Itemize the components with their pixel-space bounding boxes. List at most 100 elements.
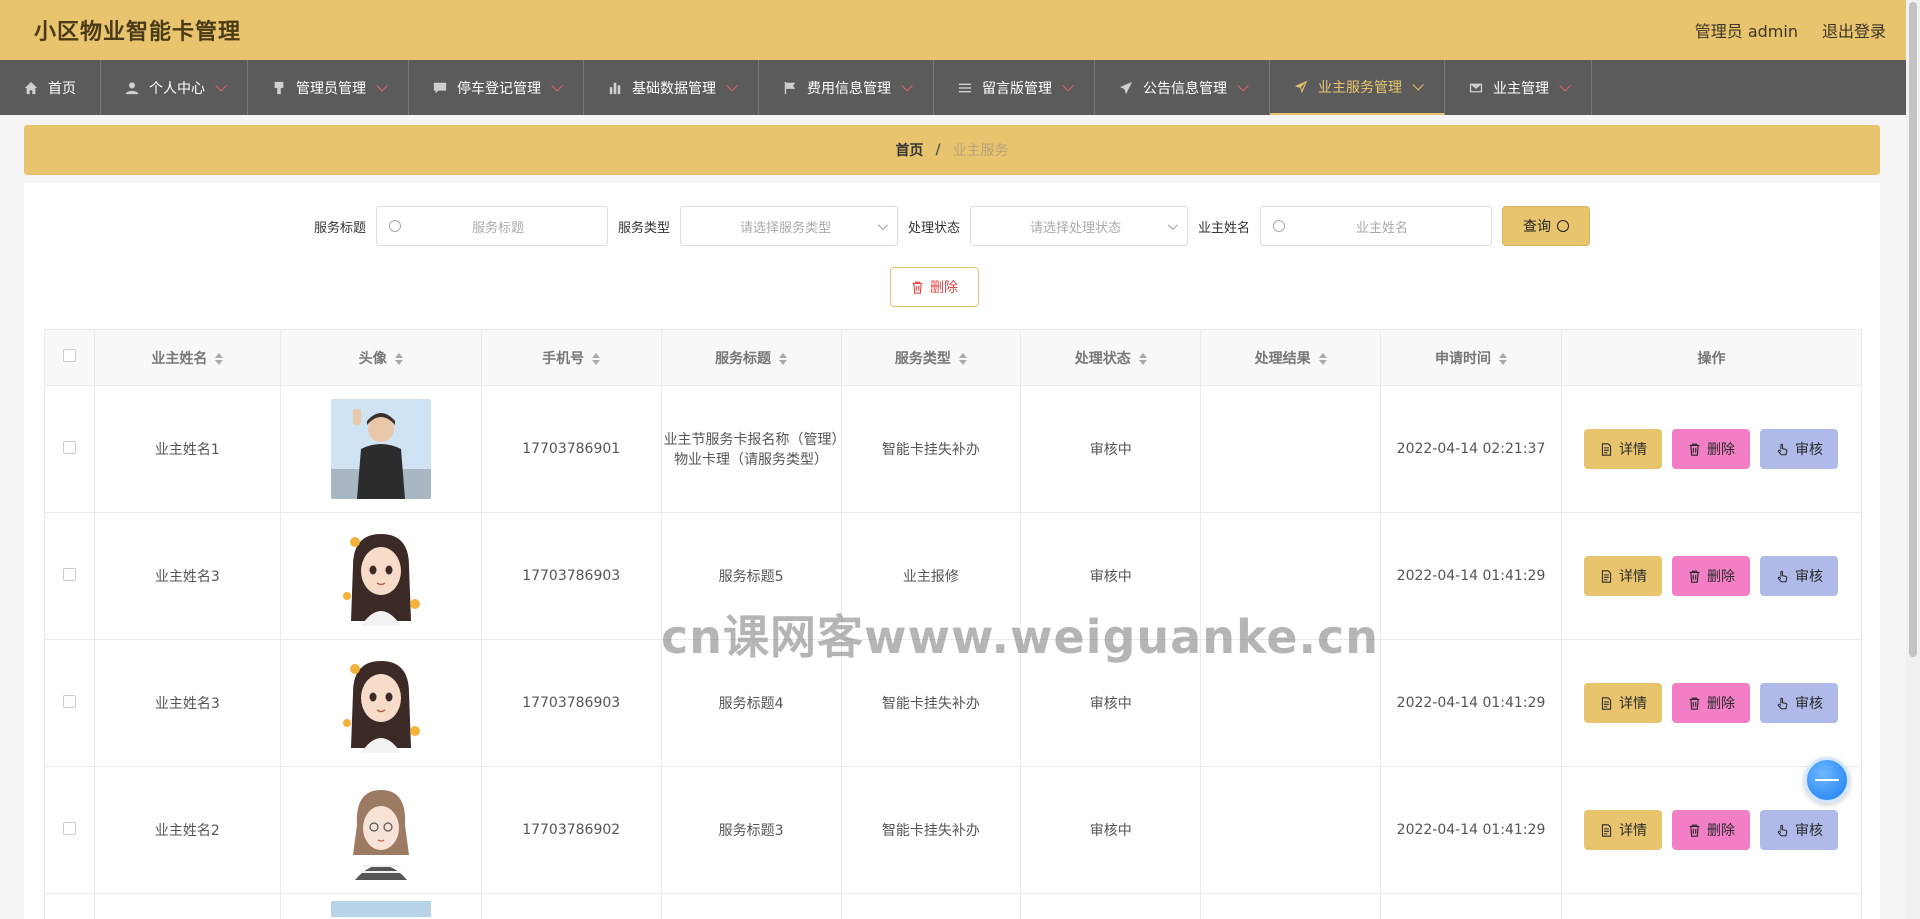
admin-icon	[272, 81, 286, 95]
nav-label: 费用信息管理	[807, 80, 891, 97]
column-header[interactable]: 申请时间	[1380, 329, 1562, 386]
sort-icon	[592, 352, 601, 365]
audit-button[interactable]: 审核	[1760, 810, 1839, 850]
service-title-cell: 业主节服务卡报名称（管理）物业卡理（请服务类型）	[660, 385, 842, 513]
nav-item-owner-service[interactable]: 业主服务管理	[1270, 60, 1445, 115]
avatar-cell	[279, 512, 482, 640]
owner-name-cell: 业主姓名1	[93, 385, 281, 513]
detail-button[interactable]: 详情	[1584, 429, 1663, 469]
owner-name-input[interactable]: 业主姓名	[1260, 206, 1493, 246]
result-cell	[1200, 512, 1382, 640]
audit-button[interactable]: 审核	[1760, 556, 1839, 596]
table-header-row: 业主姓名 头像 手机号 服务标题 服务类型 处理状态 处理结果 申请时间 操作	[44, 329, 1863, 386]
sort-icon	[1499, 352, 1508, 365]
service-title-input[interactable]: 服务标题	[375, 206, 608, 246]
actions-cell: 详情 删除 审核	[1560, 385, 1863, 513]
logout-link[interactable]: 退出登录	[1822, 18, 1886, 42]
delete-button[interactable]: 删除	[1672, 429, 1751, 469]
detail-button[interactable]: 详情	[1584, 683, 1663, 723]
header-label: 操作	[1697, 350, 1726, 367]
floating-assistant-button[interactable]	[1804, 757, 1850, 803]
trash-icon	[1689, 697, 1700, 710]
detail-button[interactable]: 详情	[1584, 810, 1663, 850]
header-label: 处理结果	[1254, 350, 1311, 367]
avatar[interactable]	[330, 900, 431, 917]
nav-item-notice-management[interactable]: 公告信息管理	[1095, 60, 1270, 115]
row-checkbox[interactable]	[62, 821, 76, 835]
nav-item-parking-management[interactable]: 停车登记管理	[409, 60, 584, 115]
nav-label: 业主管理	[1493, 80, 1549, 97]
service-type-label: 服务类型	[617, 220, 670, 236]
avatar[interactable]	[330, 399, 431, 499]
nav-label: 个人中心	[149, 80, 205, 97]
chevron-down-icon	[1237, 79, 1249, 92]
apply-time-cell: 2022-04-14 01:41:29	[1380, 766, 1562, 894]
header-label: 业主姓名	[151, 350, 208, 367]
trash-icon	[912, 281, 923, 294]
delete-button[interactable]: 删除	[1672, 556, 1751, 596]
page-scrollbar[interactable]	[1906, 0, 1920, 919]
nav-item-owner-management[interactable]: 业主管理	[1445, 60, 1592, 115]
column-header[interactable]: 服务标题	[660, 329, 842, 386]
nav-item-admin-management[interactable]: 管理员管理	[248, 60, 409, 115]
sort-icon	[394, 352, 403, 365]
service-type-cell: 业主报修	[840, 512, 1022, 640]
nav-label: 管理员管理	[296, 80, 366, 97]
phone-cell: 17703786901	[480, 385, 662, 513]
avatar-cell	[279, 639, 482, 767]
scroll-thumb[interactable]	[1909, 2, 1917, 657]
avatar-cell	[279, 385, 482, 513]
delete-label: 删除	[1706, 442, 1735, 458]
header-label: 服务标题	[715, 350, 772, 367]
breadcrumb-current: 业主服务	[952, 143, 1009, 159]
detail-label: 详情	[1618, 442, 1647, 458]
service-type-select[interactable]: 请选择服务类型	[680, 206, 898, 246]
nav-label: 留言版管理	[982, 80, 1052, 97]
delete-button[interactable]: 删除	[1672, 810, 1751, 850]
phone-cell: 17703786903	[480, 639, 662, 767]
nav-label: 停车登记管理	[457, 80, 541, 97]
column-header[interactable]: 业主姓名	[93, 329, 281, 386]
nav-item-home[interactable]: 首页	[0, 60, 101, 115]
row-select-cell	[44, 385, 95, 513]
batch-delete-button[interactable]: 删除	[890, 267, 979, 307]
nav-item-message-board[interactable]: 留言版管理	[934, 60, 1095, 115]
pointer-hand-icon	[1777, 824, 1788, 836]
column-header[interactable]: 处理结果	[1200, 329, 1382, 386]
result-cell	[1200, 766, 1382, 894]
avatar[interactable]	[330, 780, 431, 880]
column-header: 操作	[1560, 329, 1863, 386]
row-checkbox[interactable]	[62, 567, 76, 581]
row-checkbox[interactable]	[62, 694, 76, 708]
column-header[interactable]: 处理状态	[1020, 329, 1202, 386]
status-cell: 审核中	[1020, 766, 1202, 894]
breadcrumb-home[interactable]: 首页	[895, 140, 923, 160]
audit-button[interactable]: 审核	[1760, 429, 1839, 469]
header-label: 处理状态	[1074, 350, 1131, 367]
delete-button[interactable]: 删除	[1672, 683, 1751, 723]
column-header[interactable]: 服务类型	[840, 329, 1022, 386]
status-select[interactable]: 请选择处理状态	[970, 206, 1189, 246]
select-all-checkbox[interactable]	[62, 349, 76, 362]
avatar[interactable]	[330, 526, 431, 626]
nav-label: 业主服务管理	[1318, 79, 1402, 96]
column-header[interactable]: 头像	[279, 329, 482, 386]
chevron-down-icon	[215, 79, 227, 92]
placeholder: 请选择处理状态	[1030, 220, 1122, 236]
document-icon	[1601, 442, 1612, 456]
sort-icon	[1318, 352, 1327, 365]
nav-item-fee-management[interactable]: 费用信息管理	[759, 60, 934, 115]
query-button[interactable]: 查询	[1502, 206, 1591, 246]
row-checkbox[interactable]	[62, 440, 76, 454]
result-cell	[1200, 385, 1382, 513]
mail-icon	[1469, 81, 1483, 95]
avatar[interactable]	[330, 653, 431, 753]
apply-time-cell: 2022-04-14 01:41:29	[1380, 512, 1562, 640]
nav-item-personal-center[interactable]: 个人中心	[101, 60, 248, 115]
service-title-cell: 服务标题4	[660, 639, 842, 767]
audit-button[interactable]: 审核	[1760, 683, 1839, 723]
detail-button[interactable]: 详情	[1584, 556, 1663, 596]
actions-cell: 详情 删除 审核	[1560, 512, 1863, 640]
nav-item-basic-data[interactable]: 基础数据管理	[584, 60, 759, 115]
column-header[interactable]: 手机号	[480, 329, 662, 386]
